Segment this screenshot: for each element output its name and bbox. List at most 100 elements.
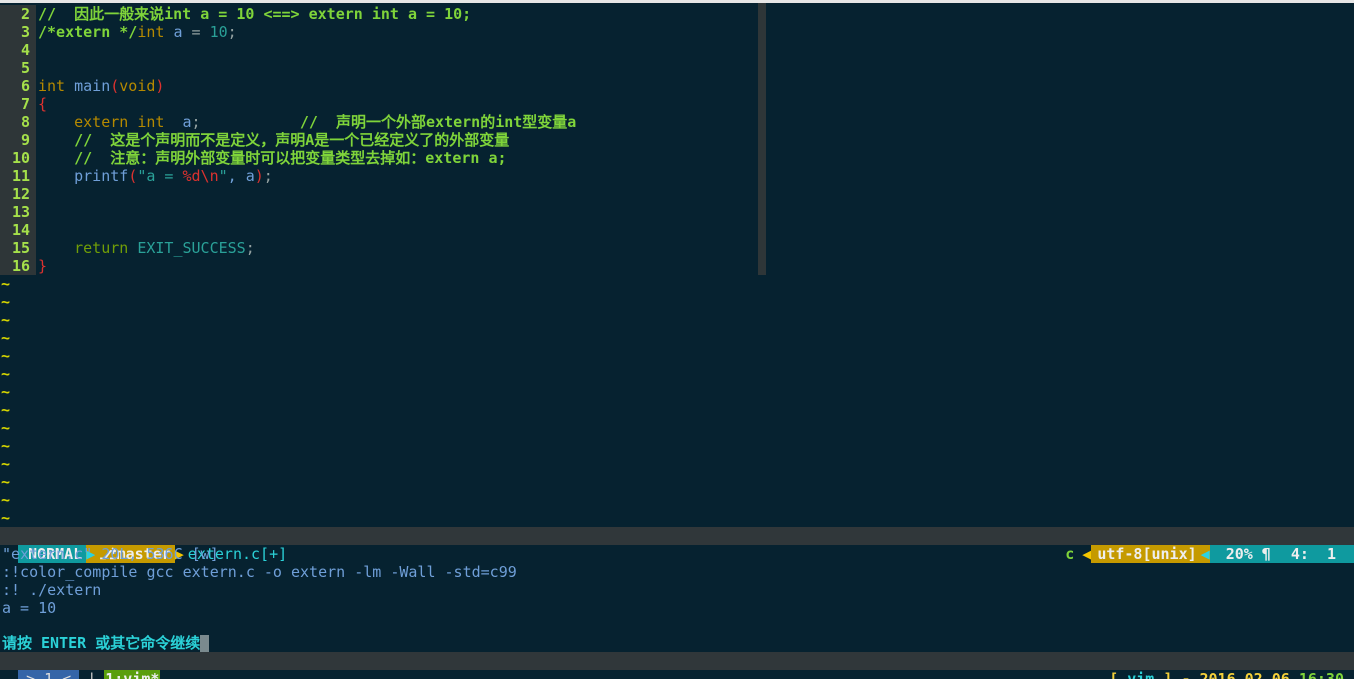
bracket: ] <box>1163 670 1173 679</box>
code-line: 2 // 因此一般来说int a = 10 <==> extern int a =… <box>0 5 1354 23</box>
code-line: 7{ <box>0 95 1354 113</box>
editor-buffer[interactable]: 2 // 因此一般来说int a = 10 <==> extern int a =… <box>0 3 1354 527</box>
code-token: { <box>38 95 48 113</box>
message-line: "extern.c" 20L, 536C [w] <box>2 545 219 563</box>
cursor-position: 4: 1 <box>1290 545 1354 563</box>
empty-line-tilde: ~ <box>1 473 11 491</box>
code-token: // 因此一般来说int a = 10 <==> extern int a = … <box>38 5 472 23</box>
bracket: [ <box>1109 670 1119 679</box>
line-number: 13 <box>11 203 30 221</box>
code-token: } <box>38 257 48 275</box>
empty-line-tilde: ~ <box>1 383 11 401</box>
file-encoding: utf-8[unix] <box>1091 545 1201 563</box>
line-number: 6 <box>20 77 30 95</box>
code-line: 9 // 这是个声明而不是定义，声明A是一个已经定义了的外部变量 <box>0 131 1354 149</box>
line-number: 14 <box>11 221 30 239</box>
scroll-percent: 20% ¶ <box>1209 545 1291 563</box>
vim-statusline: NORMAL ▶ ⎇master ▶ extern.c[+] c ◀ utf-8[unix]… <box>0 527 1354 563</box>
empty-line-tilde: ~ <box>1 365 11 383</box>
empty-line-tilde: ~ <box>1 491 11 509</box>
line-number: 16 <box>11 257 30 275</box>
code-token: ; <box>227 23 237 41</box>
line-number: 8 <box>20 113 30 131</box>
empty-line-tilde: ~ <box>1 329 11 347</box>
code-token: ) <box>254 167 264 185</box>
line-number: 4 <box>20 41 30 59</box>
filetype: c <box>1065 545 1075 563</box>
code-token: return <box>38 239 129 257</box>
tmux-date: 2016.02.06 <box>1199 670 1290 679</box>
code-token: " <box>218 167 228 185</box>
window-top-border <box>0 0 1354 3</box>
line-number: 9 <box>20 131 30 149</box>
code-token: a <box>164 23 192 41</box>
code-token: , a <box>227 167 255 185</box>
code-token: "a = <box>137 167 183 185</box>
line-number: 10 <box>11 149 30 167</box>
code-token: = <box>191 23 201 41</box>
line-number: 2 <box>20 5 30 23</box>
empty-line-tilde: ~ <box>1 311 11 329</box>
empty-line-tilde: ~ <box>1 437 11 455</box>
tmux-status-bar: > 1 < | 1:vim* [ vim ] - 2016.02.06 16:30 <box>0 652 1354 679</box>
tmux-session[interactable]: > 1 < <box>18 670 80 679</box>
code-token: ; <box>191 113 201 131</box>
message-line: :! ./extern <box>2 581 102 599</box>
empty-line-tilde: ~ <box>1 347 11 365</box>
separator-arrow-icon: ◀ <box>1200 545 1210 563</box>
line-number: 5 <box>20 59 30 77</box>
code-line: 15 return EXIT_SUCCESS; <box>0 239 1354 257</box>
line-number: 3 <box>20 23 30 41</box>
code-line: 13 <box>0 203 1354 221</box>
code-token: int <box>38 77 66 95</box>
code-line: 8 extern int a; // 声明一个外部extern的int型变量a <box>0 113 1354 131</box>
tmux-window-tab[interactable]: 1:vim* <box>104 670 161 679</box>
code-token: ( <box>110 77 120 95</box>
code-line: 3 /*extern */int a = 10; <box>0 23 1354 41</box>
code-token: /*extern */ <box>38 23 138 41</box>
message-line: a = 10 <box>2 599 57 617</box>
code-token: ) <box>155 77 165 95</box>
tmux-app-name: vim <box>1127 670 1155 679</box>
line-number: 15 <box>11 239 30 257</box>
code-token: int <box>137 23 165 41</box>
press-enter-prompt: 请按 ENTER 或其它命令继续 <box>2 634 201 652</box>
code-token: void <box>119 77 156 95</box>
code-token: // 这是个声明而不是定义，声明A是一个已经定义了的外部变量 <box>38 131 510 149</box>
cursor <box>200 635 210 652</box>
line-number: 11 <box>11 167 30 185</box>
message-line: :!color_compile gcc extern.c -o extern -… <box>2 563 517 581</box>
code-token: 10 <box>200 23 228 41</box>
separator-arrow-icon: ◀ <box>1082 545 1092 563</box>
empty-line-tilde: ~ <box>1 275 11 293</box>
code-token: ; <box>263 167 273 185</box>
code-token: // 注意：声明外部变量时可以把变量类型去掉如：extern a; <box>38 149 507 167</box>
tmux-separator: | <box>87 670 97 679</box>
code-token: ; <box>245 239 255 257</box>
code-line: 5 <box>0 59 1354 77</box>
empty-line-tilde: ~ <box>1 293 11 311</box>
empty-line-tilde: ~ <box>1 455 11 473</box>
code-token: main <box>65 77 111 95</box>
code-line: 4 <box>0 41 1354 59</box>
code-line: 6 int main(void) <box>0 77 1354 95</box>
empty-line-tilde: ~ <box>1 509 11 527</box>
code-line: 14 <box>0 221 1354 239</box>
code-line: 12 <box>0 185 1354 203</box>
line-number: 7 <box>20 95 30 113</box>
line-number: 12 <box>11 185 30 203</box>
code-line: 16} <box>0 257 1354 275</box>
code-token: a <box>164 113 192 131</box>
dash: - <box>1181 670 1191 679</box>
code-line: 10 // 注意：声明外部变量时可以把变量类型去掉如：extern a; <box>0 149 1354 167</box>
empty-line-tilde: ~ <box>1 401 11 419</box>
code-token: EXIT_SUCCESS <box>128 239 246 257</box>
code-token: printf <box>38 167 129 185</box>
code-token: %d\n <box>182 167 219 185</box>
code-token: extern int <box>38 113 165 131</box>
empty-line-tilde: ~ <box>1 419 11 437</box>
code-token: ( <box>128 167 138 185</box>
code-line: 11 printf("a = %d\n", a); <box>0 167 1354 185</box>
tmux-time: 16:30 <box>1298 670 1344 679</box>
code-token: // 声明一个外部extern的int型变量a <box>200 113 577 131</box>
